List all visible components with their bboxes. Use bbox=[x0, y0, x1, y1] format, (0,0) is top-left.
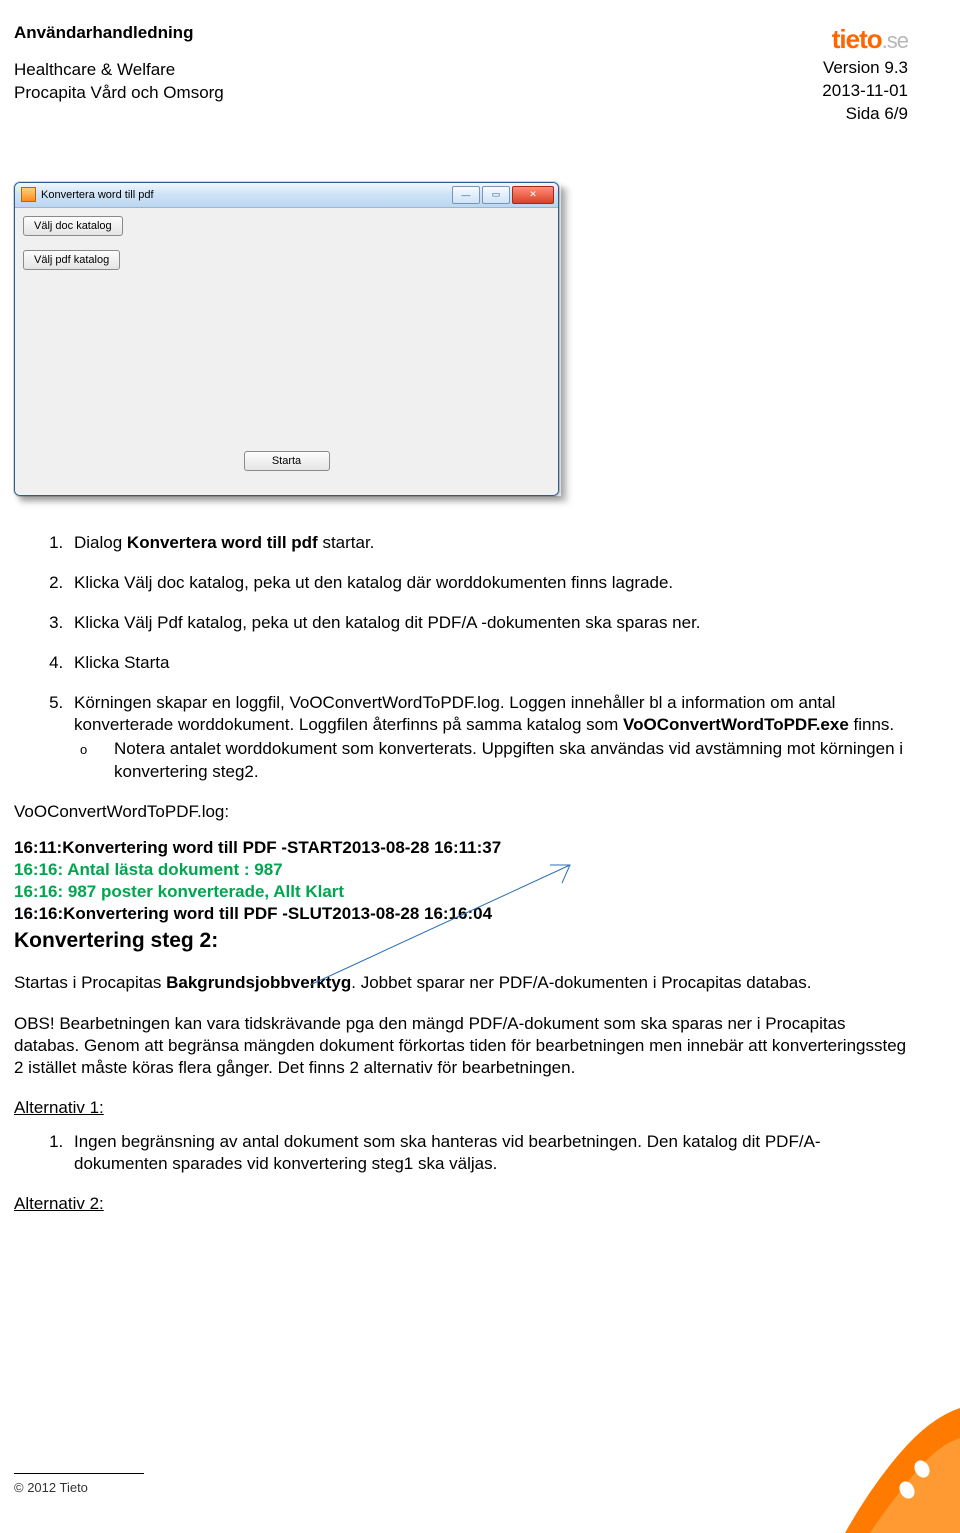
step-5-sub: Notera antalet worddokument som konverte… bbox=[114, 738, 908, 782]
step2-p1-b: Bakgrundsjobbverktyg bbox=[166, 973, 351, 992]
step-2: Klicka Välj doc katalog, peka ut den kat… bbox=[68, 572, 908, 594]
page-header: Användarhandledning Healthcare & Welfare… bbox=[14, 22, 908, 126]
app-icon bbox=[21, 187, 36, 202]
instruction-list: Dialog Konvertera word till pdf startar.… bbox=[14, 532, 908, 783]
alt1-item: Ingen begränsning av antal dokument som … bbox=[68, 1131, 908, 1175]
dialog-title: Konvertera word till pdf bbox=[41, 189, 450, 201]
step-3: Klicka Välj Pdf katalog, peka ut den kat… bbox=[68, 612, 908, 634]
log-line-1: 16:11:Konvertering word till PDF -START2… bbox=[14, 837, 908, 859]
step2-p1-a: Startas i Procapitas bbox=[14, 973, 166, 992]
dialog-body: Välj doc katalog Välj pdf katalog Starta bbox=[15, 207, 558, 495]
log-line-4: 16:16:Konvertering word till PDF -SLUT20… bbox=[14, 903, 908, 925]
step2-p2: OBS! Bearbetningen kan vara tidskrävande… bbox=[14, 1013, 908, 1079]
tieto-logo: tieto.se bbox=[822, 22, 908, 57]
logo-suffix: .se bbox=[882, 28, 908, 53]
corner-graphic bbox=[830, 1383, 960, 1533]
log-block: 16:11:Konvertering word till PDF -START2… bbox=[14, 837, 908, 955]
step-4: Klicka Starta bbox=[68, 652, 908, 674]
header-version: Version 9.3 bbox=[822, 57, 908, 80]
copyright: © 2012 Tieto bbox=[14, 1480, 144, 1495]
log-line-3: 16:16: 987 poster konverterade, Allt Kla… bbox=[14, 881, 908, 903]
doc-title: Användarhandledning bbox=[14, 22, 224, 45]
step2-p1-c: . Jobbet sparar ner PDF/A-dokumenten i P… bbox=[351, 973, 811, 992]
page-footer: © 2012 Tieto bbox=[14, 1473, 144, 1495]
logo-text: tieto bbox=[832, 24, 882, 54]
step-5-text-c: finns. bbox=[849, 715, 894, 734]
step-5: Körningen skapar en loggfil, VoOConvertW… bbox=[68, 692, 908, 782]
header-left: Användarhandledning Healthcare & Welfare… bbox=[14, 22, 224, 105]
maximize-button[interactable]: ▭ bbox=[482, 186, 510, 204]
header-date: 2013-11-01 bbox=[822, 80, 908, 103]
step-1-text-a: Dialog bbox=[74, 533, 127, 552]
step-1: Dialog Konvertera word till pdf startar. bbox=[68, 532, 908, 554]
log-line-2: 16:16: Antal lästa dokument : 987 bbox=[14, 859, 908, 881]
alt2-label: Alternativ 2: bbox=[14, 1193, 908, 1215]
log-label: VoOConvertWordToPDF.log: bbox=[14, 801, 908, 823]
dialog-titlebar: Konvertera word till pdf — ▭ ✕ bbox=[15, 183, 558, 207]
step2-heading: Konvertering steg 2: bbox=[14, 927, 908, 954]
minimize-button[interactable]: — bbox=[452, 186, 480, 204]
choose-pdf-button[interactable]: Välj pdf katalog bbox=[23, 250, 120, 270]
step2-p1: Startas i Procapitas Bakgrundsjobbverkty… bbox=[14, 972, 908, 994]
alt1-label: Alternativ 1: bbox=[14, 1097, 908, 1119]
alt1-list: Ingen begränsning av antal dokument som … bbox=[14, 1131, 908, 1175]
step-1-text-c: startar. bbox=[318, 533, 375, 552]
dialog-screenshot: Konvertera word till pdf — ▭ ✕ Välj doc … bbox=[14, 182, 561, 496]
step-5-sublist: Notera antalet worddokument som konverte… bbox=[74, 738, 908, 782]
header-page: Sida 6/9 bbox=[822, 103, 908, 126]
header-right: tieto.se Version 9.3 2013-11-01 Sida 6/9 bbox=[822, 22, 908, 126]
choose-doc-button[interactable]: Välj doc katalog bbox=[23, 216, 123, 236]
start-button[interactable]: Starta bbox=[244, 451, 330, 471]
header-product: Procapita Vård och Omsorg bbox=[14, 82, 224, 105]
header-org: Healthcare & Welfare bbox=[14, 59, 224, 82]
step-5-text-b: VoOConvertWordToPDF.exe bbox=[623, 715, 849, 734]
step-1-text-b: Konvertera word till pdf bbox=[127, 533, 318, 552]
close-button[interactable]: ✕ bbox=[512, 186, 554, 204]
